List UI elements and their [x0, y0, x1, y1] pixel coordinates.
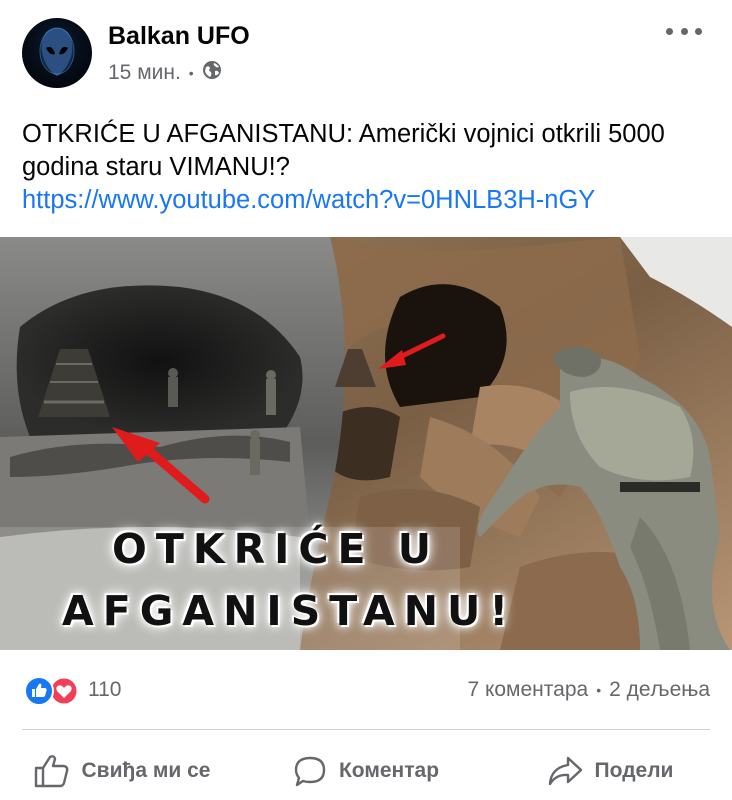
- share-button[interactable]: Подели: [488, 745, 732, 797]
- like-button-label: Свиђа ми се: [81, 759, 211, 782]
- page-name[interactable]: Balkan UFO: [108, 22, 250, 51]
- comment-icon: [294, 756, 326, 787]
- comment-count[interactable]: 7 коментара: [467, 678, 588, 702]
- post-text-block: OTKRIĆE U AFGANISTANU: Američki vojnici …: [22, 118, 712, 217]
- divider: [22, 729, 710, 730]
- post-link[interactable]: https://www.youtube.com/watch?v=0HNLB3H-…: [22, 184, 712, 217]
- meta-separator: •: [188, 65, 194, 81]
- post-action-bar: Свиђа ми се Коментар Подели: [0, 745, 732, 797]
- comment-button-label: Коментар: [338, 759, 440, 782]
- more-dots-icon[interactable]: [666, 18, 702, 44]
- share-count[interactable]: 2 дељења: [609, 678, 710, 702]
- comment-button[interactable]: Коментар: [244, 745, 488, 797]
- reactions-bar: 110 7 коментара • 2 дељења: [0, 668, 732, 712]
- post-meta: 15 мин. •: [108, 60, 222, 86]
- love-icon: [49, 676, 79, 706]
- share-icon: [548, 756, 582, 786]
- share-button-label: Подели: [594, 759, 674, 782]
- post-time[interactable]: 15 мин.: [108, 61, 181, 85]
- engagement-stats: 7 коментара • 2 дељења: [467, 678, 710, 702]
- post-header: Balkan UFO 15 мин. •: [0, 0, 732, 100]
- page-avatar[interactable]: [22, 18, 92, 88]
- reaction-icons[interactable]: [22, 676, 82, 706]
- stats-separator: •: [596, 682, 602, 698]
- reaction-count[interactable]: 110: [88, 678, 121, 702]
- like-button[interactable]: Свиђа ми се: [0, 745, 244, 797]
- post-body-text: OTKRIĆE U AFGANISTANU: Američki vojnici …: [22, 120, 665, 181]
- like-icon: [24, 676, 54, 706]
- globe-icon: [202, 60, 222, 86]
- like-outline-icon: [34, 755, 68, 788]
- image-headline-line1: OTKRIĆE U: [112, 525, 441, 573]
- image-headline-line2: AFGANISTANU!: [62, 587, 518, 635]
